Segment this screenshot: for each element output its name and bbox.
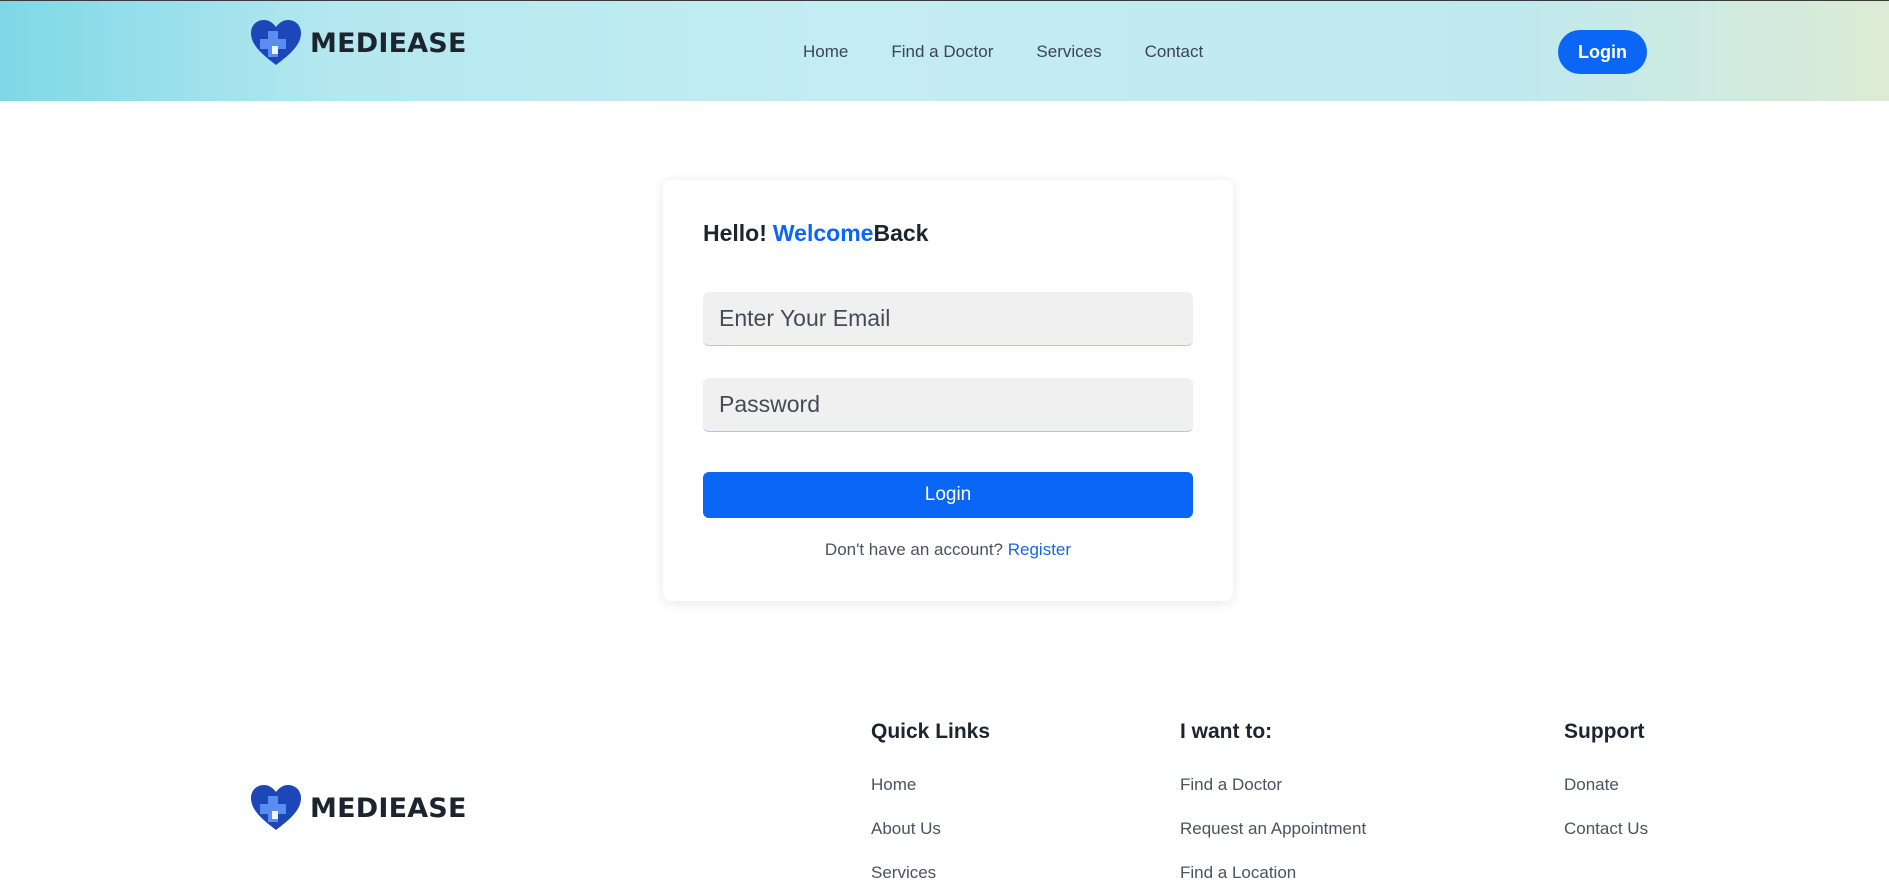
footer-link-contact-us[interactable]: Contact Us	[1564, 819, 1648, 839]
footer-link-services[interactable]: Services	[871, 863, 936, 883]
site-header: MEDIEASE Home Find a Doctor Services Con…	[0, 0, 1889, 101]
greeting-suffix: Back	[873, 220, 929, 246]
footer-link-about-us[interactable]: About Us	[871, 819, 941, 839]
heart-cross-icon	[250, 19, 302, 67]
greeting-prefix: Hello!	[703, 220, 767, 246]
greeting-title: Hello! WelcomeBack	[703, 220, 928, 247]
footer-quick-links: Quick Links Home About Us Services	[871, 720, 991, 882]
footer-link-find-location[interactable]: Find a Location	[1180, 863, 1296, 883]
footer-link-find-a-doctor[interactable]: Find a Doctor	[1180, 775, 1282, 795]
login-card: Hello!WelcomeBack Login Don't have an ac…	[663, 180, 1233, 601]
nav-find-a-doctor[interactable]: Find a Doctor	[891, 41, 993, 63]
footer-column-title: I want to:	[1180, 720, 1273, 743]
nav-home[interactable]: Home	[803, 41, 848, 63]
nav-contact[interactable]: Contact	[1145, 41, 1204, 63]
nav-services[interactable]: Services	[1036, 41, 1101, 63]
brand-name: MEDIEASE	[310, 27, 467, 59]
email-input[interactable]	[703, 292, 1193, 346]
main-nav: Home Find a Doctor Services Contact	[803, 41, 1246, 63]
header-logo[interactable]: MEDIEASE	[250, 19, 467, 67]
login-submit-button[interactable]: Login	[703, 472, 1193, 518]
header-login-button[interactable]: Login	[1558, 30, 1647, 74]
footer-link-home[interactable]: Home	[871, 775, 916, 795]
footer-logo[interactable]: MEDIEASE	[250, 784, 467, 832]
footer-column-title: Support	[1564, 720, 1645, 743]
register-prompt: Don't have an account?	[824, 540, 1004, 559]
register-prompt-line: Don't have an account? Register	[663, 540, 1233, 560]
footer-brand-name: MEDIEASE	[310, 792, 467, 824]
footer-support: Support Donate Contact Us	[1564, 720, 1648, 838]
footer-i-want-to: I want to: Find a Doctor Request an Appo…	[1180, 720, 1366, 882]
footer-link-donate[interactable]: Donate	[1564, 775, 1619, 795]
greeting-accent: Welcome	[772, 220, 874, 246]
heart-cross-icon	[250, 784, 302, 832]
register-link[interactable]: Register	[1008, 540, 1071, 559]
password-input[interactable]	[703, 378, 1193, 432]
footer-link-request-appointment[interactable]: Request an Appointment	[1180, 819, 1366, 839]
footer-column-title: Quick Links	[871, 720, 991, 743]
